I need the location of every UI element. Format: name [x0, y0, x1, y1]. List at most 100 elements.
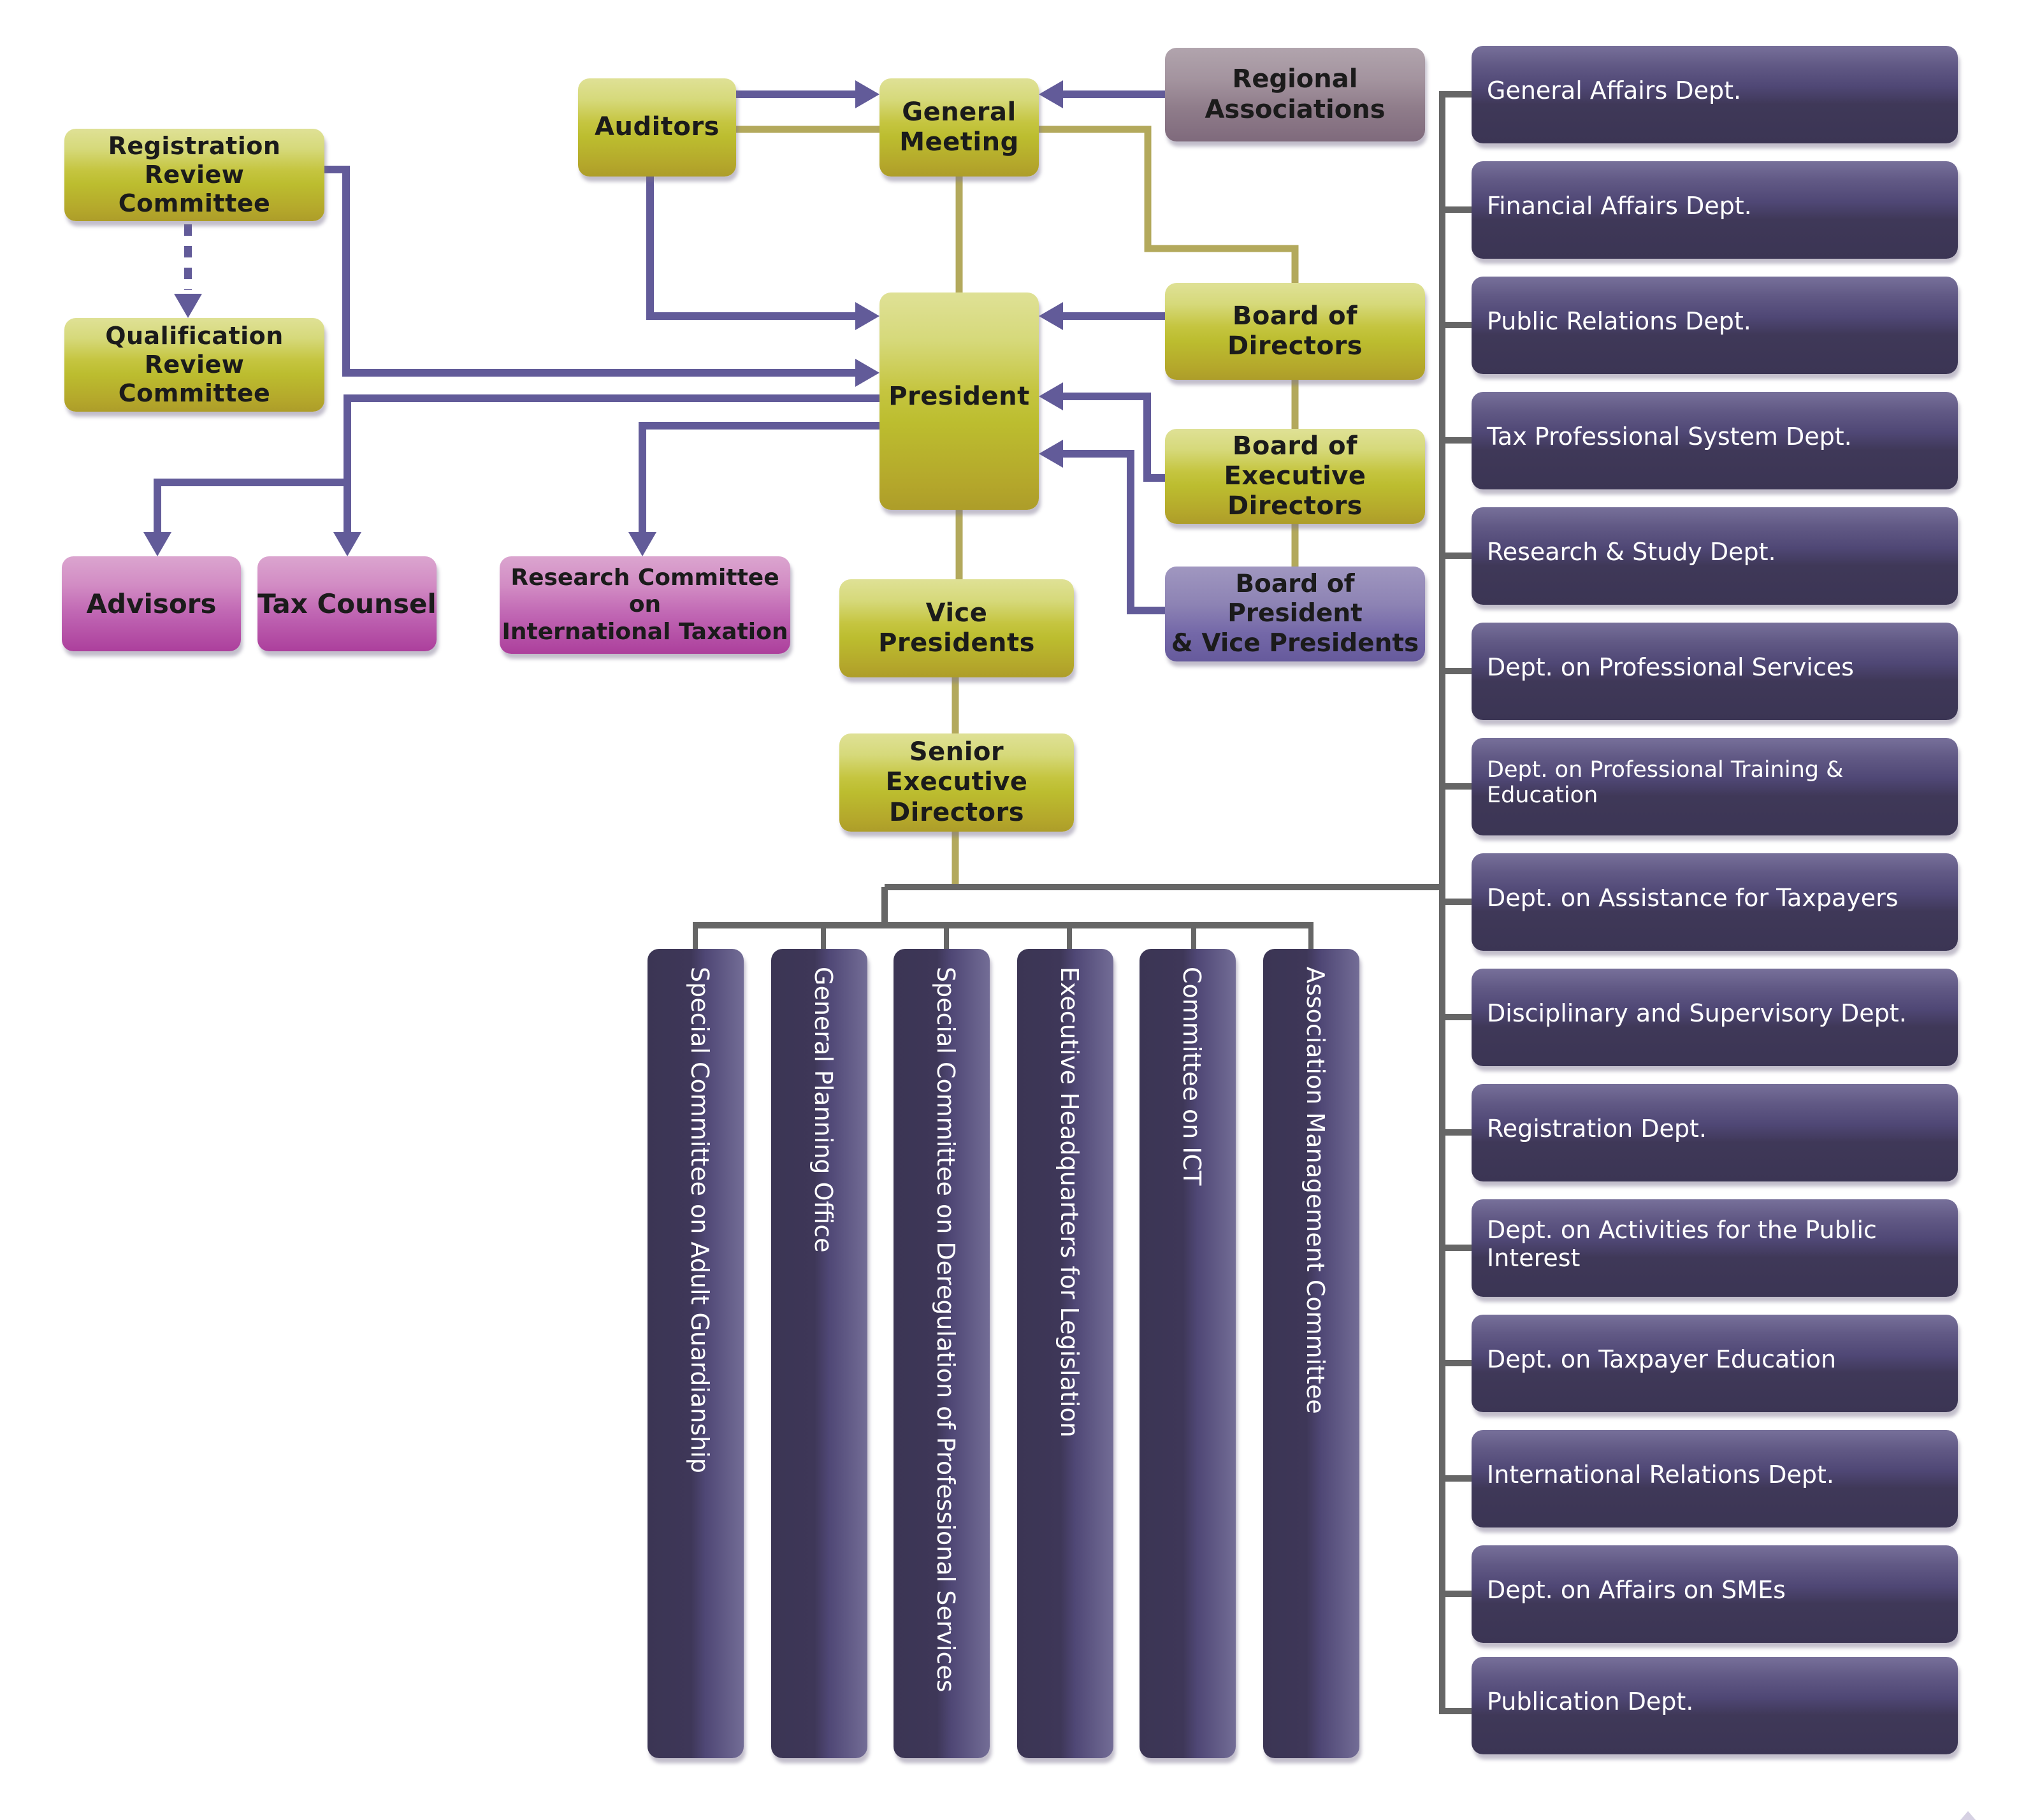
dept-label: Dept. on Taxpayer Education	[1487, 1345, 1837, 1373]
senior-executive-directors-line2: Directors	[888, 797, 1025, 827]
board-of-president-vp-line1: Board of President	[1227, 570, 1363, 628]
regional-associations: Regional Associations	[1165, 48, 1425, 141]
dept-taxpayer-education: Dept. on Taxpayer Education	[1472, 1315, 1958, 1412]
board-of-president-and-vice-presidents: Board of President & Vice Presidents	[1165, 567, 1425, 661]
dept-public-interest-activities: Dept. on Activities for the Public Inter…	[1472, 1199, 1958, 1297]
qualification-review-committee: Qualification Review Committee	[64, 318, 324, 412]
arrow-head-auditors-president	[855, 302, 879, 330]
advisors-label: Advisors	[86, 588, 217, 619]
senior-executive-directors: Senior Executive Directors	[839, 733, 1074, 832]
general-meeting-line2: Meeting	[899, 127, 1019, 157]
arrow-line-president-to-research-committee	[639, 422, 879, 532]
unit-association-management: Association Management Committee	[1263, 949, 1359, 1758]
unit-label: Special Committee on Adult Guardianship	[686, 967, 714, 1473]
board-of-directors-line1: Board of	[1232, 301, 1358, 331]
corner-triangle-icon	[1960, 1811, 1976, 1820]
board-of-directors-line2: Directors	[1227, 331, 1363, 361]
vice-presidents: Vice Presidents	[839, 579, 1074, 677]
dept-international-relations: International Relations Dept.	[1472, 1430, 1958, 1528]
dept-research-study: Research & Study Dept.	[1472, 507, 1958, 605]
unit-deregulation-committee: Special Committee on Deregulation of Pro…	[894, 949, 990, 1758]
unit-legislation-headquarters: Executive Headquarters for Legislation	[1017, 949, 1113, 1758]
regional-associations-line1: Regional	[1232, 64, 1358, 94]
dept-tax-professional-system: Tax Professional System Dept.	[1472, 392, 1958, 489]
unit-label: Association Management Committee	[1301, 967, 1329, 1414]
unit-label: Special Committee on Deregulation of Pro…	[932, 967, 960, 1693]
dept-label: General Affairs Dept.	[1487, 76, 1742, 105]
senior-executive-directors-line1: Senior Executive	[885, 737, 1028, 797]
research-committee-line2: International Taxation	[502, 618, 788, 645]
board-of-directors: Board of Directors	[1165, 283, 1425, 380]
dept-affairs-on-smes: Dept. on Affairs on SMEs	[1472, 1545, 1958, 1643]
dept-registration: Registration Dept.	[1472, 1084, 1958, 1181]
unit-label: Executive Headquarters for Legislation	[1055, 967, 1083, 1438]
dept-professional-training-education: Dept. on Professional Training & Educati…	[1472, 738, 1958, 835]
dept-publication: Publication Dept.	[1472, 1657, 1958, 1754]
dept-disciplinary-supervisory: Disciplinary and Supervisory Dept.	[1472, 969, 1958, 1066]
arrow-head-advisors	[143, 532, 171, 556]
arrow-line-exec-board-to-president	[1061, 393, 1165, 482]
line-general-meeting-board	[1039, 126, 1299, 283]
arrow-line-auditors-to-president	[646, 177, 857, 320]
arrow-head-registration-president	[855, 359, 879, 387]
president-label: President	[888, 382, 1030, 411]
dept-professional-services: Dept. on Professional Services	[1472, 623, 1958, 720]
dept-label: Public Relations Dept.	[1487, 307, 1751, 335]
arrow-head-research-committee	[628, 532, 656, 556]
dept-label: Dept. on Professional Services	[1487, 653, 1854, 681]
arrow-line-president-to-advisors	[154, 479, 347, 532]
dept-label: Dept. on Activities for the Public Inter…	[1487, 1215, 1877, 1272]
arrow-head-president-board-president	[1039, 440, 1063, 468]
research-committee-line1: Research Committee on	[510, 564, 779, 618]
dept-label: Financial Affairs Dept.	[1487, 191, 1752, 220]
registration-review-line2: Committee	[118, 189, 271, 217]
general-meeting: General Meeting	[879, 78, 1039, 177]
unit-label: General Planning Office	[809, 967, 837, 1253]
org-chart: Registration Review Committee Qualificat…	[0, 0, 2019, 1820]
board-of-executive-directors-line1: Board of	[1232, 431, 1358, 461]
vice-presidents-line2: Presidents	[878, 628, 1035, 658]
dept-label: Registration Dept.	[1487, 1114, 1707, 1143]
research-committee-international-taxation: Research Committee on International Taxa…	[500, 556, 790, 654]
board-of-president-vp-line2: & Vice Presidents	[1171, 628, 1419, 658]
unit-general-planning-office: General Planning Office	[771, 949, 867, 1758]
vice-presidents-line1: Vice	[925, 598, 988, 628]
arrow-line-registration-to-president	[324, 166, 857, 377]
general-meeting-line1: General	[902, 97, 1017, 127]
qualification-review-line2: Committee	[118, 379, 271, 407]
arrow-head-qualification	[174, 294, 202, 318]
president: President	[879, 292, 1039, 510]
tax-counsel: Tax Counsel	[257, 556, 437, 651]
regional-associations-line2: Associations	[1205, 94, 1386, 124]
advisors: Advisors	[62, 556, 241, 651]
arrow-head-board-president	[1039, 302, 1063, 330]
dept-label: Research & Study Dept.	[1487, 537, 1776, 566]
dept-label: Publication Dept.	[1487, 1687, 1694, 1715]
tax-counsel-label: Tax Counsel	[257, 588, 437, 619]
registration-review-committee: Registration Review Committee	[64, 129, 324, 221]
dept-label: Dept. on Assistance for Taxpayers	[1487, 883, 1899, 912]
board-of-executive-directors: Board of Executive Directors	[1165, 429, 1425, 524]
qualification-review-line1: Qualification Review	[105, 322, 284, 379]
dept-label: International Relations Dept.	[1487, 1460, 1834, 1489]
auditors: Auditors	[578, 78, 736, 177]
unit-label: Committee on ICT	[1178, 967, 1206, 1186]
arrow-head-auditors-general-meeting	[855, 80, 879, 108]
dept-label: Tax Professional System Dept.	[1487, 422, 1852, 451]
arrow-line-president-to-tax-counsel	[344, 394, 879, 532]
dept-label: Disciplinary and Supervisory Dept.	[1487, 999, 1907, 1027]
dept-label: Dept. on Professional Training & Educati…	[1487, 756, 1844, 808]
arrow-head-regional-general-meeting	[1039, 80, 1063, 108]
dept-financial-affairs: Financial Affairs Dept.	[1472, 161, 1958, 259]
dept-general-affairs: General Affairs Dept.	[1472, 46, 1958, 143]
auditors-label: Auditors	[595, 112, 720, 142]
dept-assistance-for-taxpayers: Dept. on Assistance for Taxpayers	[1472, 853, 1958, 951]
arrow-head-exec-board-president	[1039, 382, 1063, 410]
unit-adult-guardianship: Special Committee on Adult Guardianship	[648, 949, 744, 1758]
dept-label: Dept. on Affairs on SMEs	[1487, 1575, 1786, 1604]
registration-review-line1: Registration Review	[108, 132, 281, 189]
board-of-executive-directors-line2: Executive Directors	[1224, 461, 1366, 521]
arrow-head-tax-counsel	[333, 532, 361, 556]
unit-committee-on-ict: Committee on ICT	[1140, 949, 1236, 1758]
dept-public-relations: Public Relations Dept.	[1472, 277, 1958, 374]
